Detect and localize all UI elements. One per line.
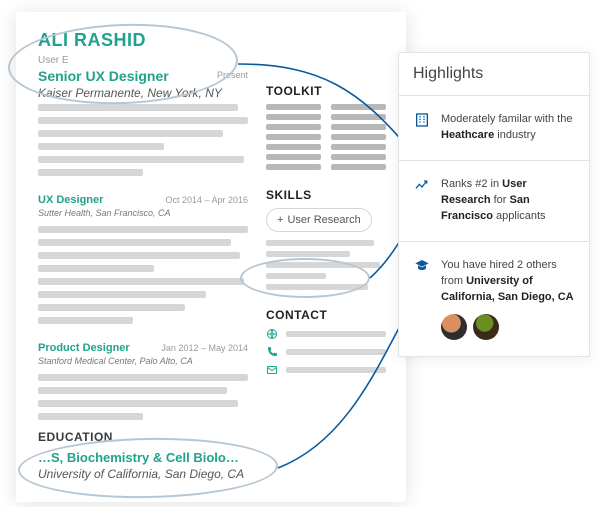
phone-icon [266, 346, 278, 358]
avatar [441, 314, 467, 340]
contact-row [266, 328, 386, 340]
body-placeholder-block [38, 104, 248, 176]
skill-pill-user-research[interactable]: + User Research [266, 208, 372, 232]
toolkit-heading: TOOLKIT [266, 84, 386, 98]
resume-left-column: ALI RASHID User E Senior UX Designer Kai… [38, 30, 248, 481]
skills-heading: SKILLS [266, 188, 386, 202]
education-heading: EDUCATION [38, 430, 248, 444]
highlight-item[interactable]: Ranks #2 in User Research for San Franci… [399, 161, 589, 242]
candidate-subtitle: User E [38, 55, 248, 66]
skill-pill-label: User Research [287, 214, 360, 226]
job-subtitle: Sutter Health, San Francisco, CA [38, 208, 248, 218]
job-entry: UX Designer Oct 2014 – Apr 2016 Sutter H… [38, 194, 248, 324]
job-dates: Jan 2012 – May 2014 [161, 343, 248, 353]
education-school: University of California, San Diego, CA [38, 467, 248, 481]
education-degree: …S, Biochemistry & Cell Biolo… [38, 450, 248, 465]
job-title: Product Designer [38, 342, 130, 354]
job-subtitle: Stanford Medical Center, Palo Alto, CA [38, 356, 248, 366]
avatar-group [441, 314, 575, 340]
job-dates: Oct 2014 – Apr 2016 [165, 195, 248, 205]
avatar [473, 314, 499, 340]
highlight-text: You have hired 2 others from University … [441, 258, 575, 340]
highlight-text: Ranks #2 in User Research for San Franci… [441, 177, 575, 225]
highlight-text: Moderately familar with the Heathcare in… [441, 112, 575, 144]
headline-company: Kaiser Permanente, New York, NY [38, 86, 248, 100]
mail-icon [266, 364, 278, 376]
candidate-name: ALI RASHID [38, 30, 248, 51]
plus-icon: + [277, 214, 283, 226]
toolkit-grid [266, 104, 386, 170]
trend-icon [413, 177, 431, 195]
highlights-title: Highlights [399, 53, 589, 96]
skill-placeholder-lines [266, 240, 386, 290]
highlight-item[interactable]: Moderately familar with the Heathcare in… [399, 96, 589, 161]
resume-card: ALI RASHID User E Senior UX Designer Kai… [16, 12, 406, 502]
building-icon [413, 112, 431, 130]
graduation-icon [413, 258, 431, 276]
contact-row [266, 346, 386, 358]
job-title: UX Designer [38, 194, 103, 206]
contact-heading: CONTACT [266, 308, 386, 322]
contact-row [266, 364, 386, 376]
globe-icon [266, 328, 278, 340]
resume-right-column: TOOLKIT SKILLS + User Research CONTACT [266, 84, 386, 382]
job-entry: Product Designer Jan 2012 – May 2014 Sta… [38, 342, 248, 420]
highlight-item[interactable]: You have hired 2 others from University … [399, 242, 589, 356]
highlights-panel: Highlights Moderately familar with the H… [398, 52, 590, 357]
